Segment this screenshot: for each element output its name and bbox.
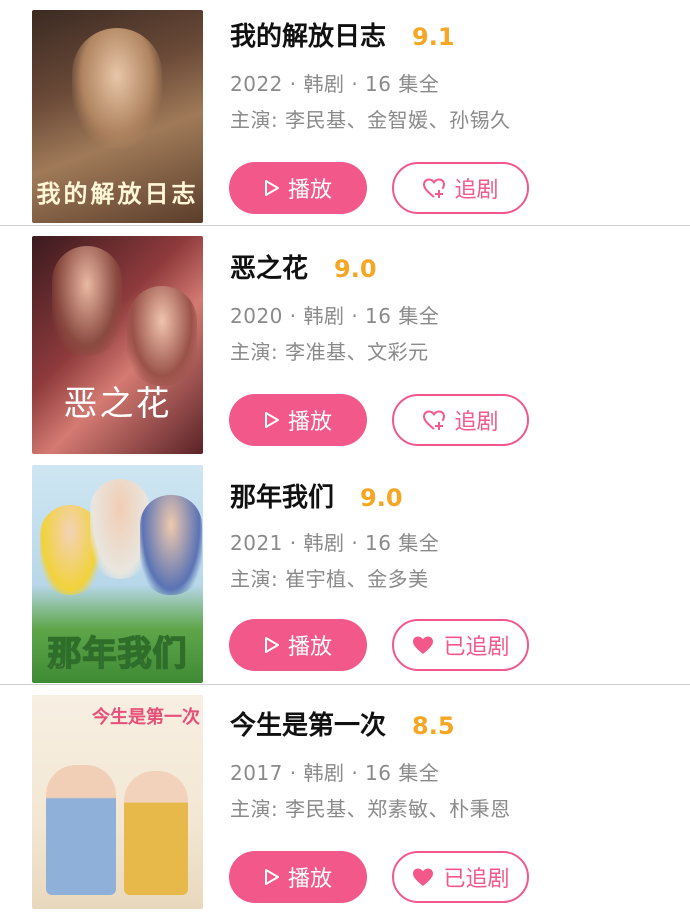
follow-label: 已追剧	[443, 635, 510, 660]
play-button[interactable]: 播放	[229, 162, 367, 214]
poster-image[interactable]: 我的解放日志	[32, 10, 203, 223]
poster-image[interactable]: 恶之花	[32, 236, 203, 454]
drama-meta: 2017 · 韩剧 · 16 集全	[230, 761, 440, 785]
drama-cast: 主演: 李民基、郑素敏、朴秉恩	[230, 797, 511, 821]
followed-button[interactable]: 已追剧	[392, 851, 529, 903]
play-label: 播放	[287, 410, 332, 435]
follow-label: 追剧	[454, 410, 499, 435]
follow-label: 已追剧	[443, 867, 510, 892]
drama-item[interactable]: 那年我们 那年我们 9.0 2021 · 韩剧 · 16 集全 主演: 崔宇植、…	[0, 455, 690, 683]
drama-meta: 2020 · 韩剧 · 16 集全	[230, 304, 440, 328]
play-icon	[264, 179, 280, 197]
heart-filled-icon	[411, 634, 435, 656]
rating-score: 9.0	[360, 484, 403, 512]
rating-score: 9.1	[412, 23, 455, 51]
drama-cast: 主演: 李民基、金智媛、孙锡久	[230, 108, 511, 132]
play-icon	[264, 636, 280, 654]
rating-score: 8.5	[412, 712, 455, 740]
drama-item[interactable]: 我的解放日志 我的解放日志 9.1 2022 · 韩剧 · 16 集全 主演: …	[0, 0, 690, 225]
play-icon	[264, 411, 280, 429]
poster-image[interactable]: 那年我们	[32, 465, 203, 683]
drama-meta: 2021 · 韩剧 · 16 集全	[230, 531, 440, 555]
follow-button[interactable]: 追剧	[392, 394, 529, 446]
heart-plus-icon	[422, 409, 446, 431]
drama-title[interactable]: 我的解放日志	[230, 16, 386, 53]
play-label: 播放	[287, 178, 332, 203]
follow-button[interactable]: 追剧	[392, 162, 529, 214]
rating-score: 9.0	[334, 255, 377, 283]
followed-button[interactable]: 已追剧	[392, 619, 529, 671]
drama-title[interactable]: 恶之花	[230, 248, 308, 285]
drama-item[interactable]: 恶之花 恶之花 9.0 2020 · 韩剧 · 16 集全 主演: 李准基、文彩…	[0, 226, 690, 454]
drama-cast: 主演: 李准基、文彩元	[230, 340, 429, 364]
drama-meta: 2022 · 韩剧 · 16 集全	[230, 72, 440, 96]
drama-title[interactable]: 今生是第一次	[230, 705, 386, 742]
heart-filled-icon	[411, 866, 435, 888]
drama-title[interactable]: 那年我们	[230, 477, 334, 514]
drama-cast: 主演: 崔宇植、金多美	[230, 567, 429, 591]
play-button[interactable]: 播放	[229, 619, 367, 671]
heart-plus-icon	[422, 177, 446, 199]
poster-title: 今生是第一次	[92, 707, 200, 728]
poster-title: 恶之花	[63, 384, 172, 424]
play-icon	[264, 868, 280, 886]
poster-title: 那年我们	[47, 633, 188, 675]
follow-label: 追剧	[454, 178, 499, 203]
poster-image[interactable]: 今生是第一次	[32, 695, 203, 909]
play-label: 播放	[287, 867, 332, 892]
poster-title: 我的解放日志	[36, 180, 199, 208]
drama-item[interactable]: 今生是第一次 今生是第一次 8.5 2017 · 韩剧 · 16 集全 主演: …	[0, 685, 690, 919]
play-label: 播放	[287, 635, 332, 660]
play-button[interactable]: 播放	[229, 394, 367, 446]
play-button[interactable]: 播放	[229, 851, 367, 903]
